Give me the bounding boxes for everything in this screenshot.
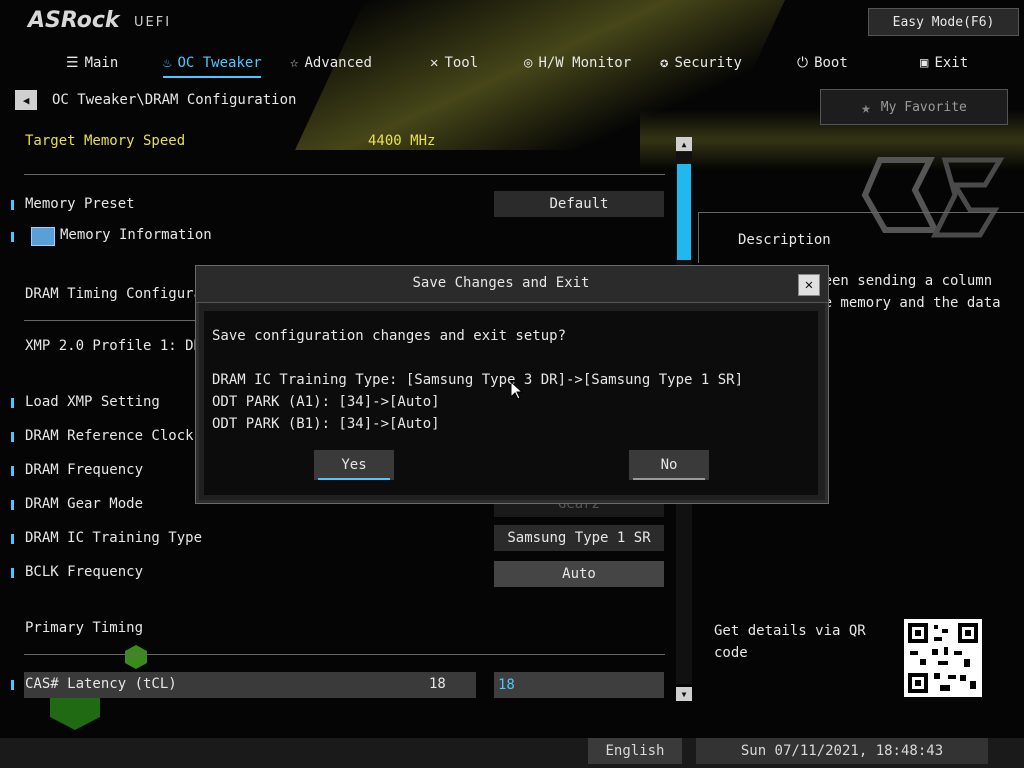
cas-latency-current-value: 18: [429, 676, 446, 692]
item-marker: [11, 466, 14, 476]
close-icon: ✕: [804, 277, 814, 293]
tab-hw-monitor[interactable]: ◎ H/W Monitor: [524, 52, 631, 74]
dialog-title: Save Changes and Exit: [412, 275, 590, 291]
item-marker: [11, 432, 14, 442]
cas-latency-input[interactable]: 18: [494, 672, 664, 698]
item-marker: [11, 534, 14, 544]
list-icon: ☰: [66, 55, 79, 71]
tab-exit[interactable]: ▣ Exit: [920, 52, 968, 74]
tab-advanced[interactable]: ☆ Advanced: [290, 52, 372, 74]
language-button[interactable]: English: [588, 738, 682, 764]
easy-mode-button[interactable]: Easy Mode(F6): [868, 8, 1019, 36]
dialog-question: Save configuration changes and exit setu…: [212, 328, 567, 344]
monitor-icon: ◎: [524, 55, 533, 71]
dialog-change-line: DRAM IC Training Type: [Samsung Type 3 D…: [212, 372, 744, 388]
memory-information-label[interactable]: Memory Information: [60, 227, 212, 243]
asrock-logo: ASRock: [28, 8, 120, 33]
mouse-cursor-icon: [510, 380, 524, 404]
xmp-profile-label: XMP 2.0 Profile 1: DD: [25, 338, 203, 354]
dram-ic-training-type-label[interactable]: DRAM IC Training Type: [25, 530, 202, 546]
item-marker: [11, 200, 14, 210]
qr-label: Get details via QR code: [714, 623, 866, 661]
back-button[interactable]: ◀: [15, 90, 37, 110]
yes-button[interactable]: Yes: [314, 450, 394, 480]
primary-timing-label: Primary Timing: [25, 620, 144, 636]
description-title: Description: [738, 232, 831, 248]
divider: [24, 654, 665, 655]
power-icon: ⏻: [797, 55, 809, 71]
flame-icon: ♨: [163, 55, 172, 71]
dialog-change-line: ODT PARK (B1): [34]->[Auto]: [212, 416, 440, 432]
my-favorite-button[interactable]: ★ My Favorite: [820, 89, 1008, 125]
dram-gear-mode-label[interactable]: DRAM Gear Mode: [25, 496, 143, 512]
cas-latency-label[interactable]: CAS# Latency (tCL): [25, 676, 177, 692]
dialog-close-button[interactable]: ✕: [798, 274, 820, 296]
tab-security[interactable]: ✪ Security: [660, 52, 742, 74]
scroll-down-button[interactable]: ▼: [676, 687, 692, 701]
tab-tool[interactable]: ✕ Tool: [430, 52, 478, 74]
tools-icon: ✕: [430, 55, 439, 71]
scrollbar-thumb[interactable]: [677, 164, 691, 260]
item-marker: [11, 500, 14, 510]
exit-icon: ▣: [920, 55, 929, 71]
triangle-down-icon: ▼: [681, 689, 687, 699]
hex-decoration: [125, 645, 147, 669]
active-tab-underline: [163, 76, 261, 78]
uefi-label: UEFI: [134, 15, 172, 30]
dram-timing-configuration-label[interactable]: DRAM Timing Configura: [25, 286, 202, 302]
target-memory-speed-value: 4400 MHz: [368, 133, 436, 149]
dram-ic-training-type-select[interactable]: Samsung Type 1 SR: [494, 525, 664, 551]
item-marker: [11, 568, 14, 578]
memory-preset-select[interactable]: Default: [494, 191, 664, 217]
back-arrow-icon: ◀: [22, 93, 30, 107]
star-icon: ★: [861, 97, 871, 117]
scroll-up-button[interactable]: ▲: [676, 137, 692, 151]
item-marker: [11, 232, 14, 242]
bclk-frequency-label[interactable]: BCLK Frequency: [25, 564, 143, 580]
shield-icon: ✪: [660, 55, 669, 71]
tab-main[interactable]: ☰ Main: [66, 52, 118, 74]
tab-boot[interactable]: ⏻ Boot: [797, 52, 848, 74]
no-button-underline: [633, 478, 705, 480]
memory-chip-icon: [31, 227, 55, 246]
star-icon: ☆: [290, 55, 299, 71]
item-marker: [11, 680, 14, 690]
bclk-frequency-select[interactable]: Auto: [494, 561, 664, 587]
tab-oc-tweaker[interactable]: ♨ OC Tweaker: [163, 52, 262, 74]
dram-reference-clock-label[interactable]: DRAM Reference Clock: [25, 428, 194, 444]
qr-code-icon: [904, 619, 982, 697]
memory-preset-label[interactable]: Memory Preset: [25, 196, 135, 212]
breadcrumb: OC Tweaker\DRAM Configuration: [52, 92, 297, 108]
item-marker: [11, 398, 14, 408]
dialog-change-line: ODT PARK (A1): [34]->[Auto]: [212, 394, 440, 410]
target-memory-speed-label: Target Memory Speed: [25, 133, 186, 149]
yes-button-focus-underline: [318, 478, 390, 480]
triangle-up-icon: ▲: [681, 139, 687, 149]
dram-frequency-label[interactable]: DRAM Frequency: [25, 462, 143, 478]
divider: [24, 174, 665, 175]
load-xmp-setting-label[interactable]: Load XMP Setting: [25, 394, 160, 410]
no-button[interactable]: No: [629, 450, 709, 480]
datetime-display: Sun 07/11/2021, 18:48:43: [696, 738, 988, 764]
